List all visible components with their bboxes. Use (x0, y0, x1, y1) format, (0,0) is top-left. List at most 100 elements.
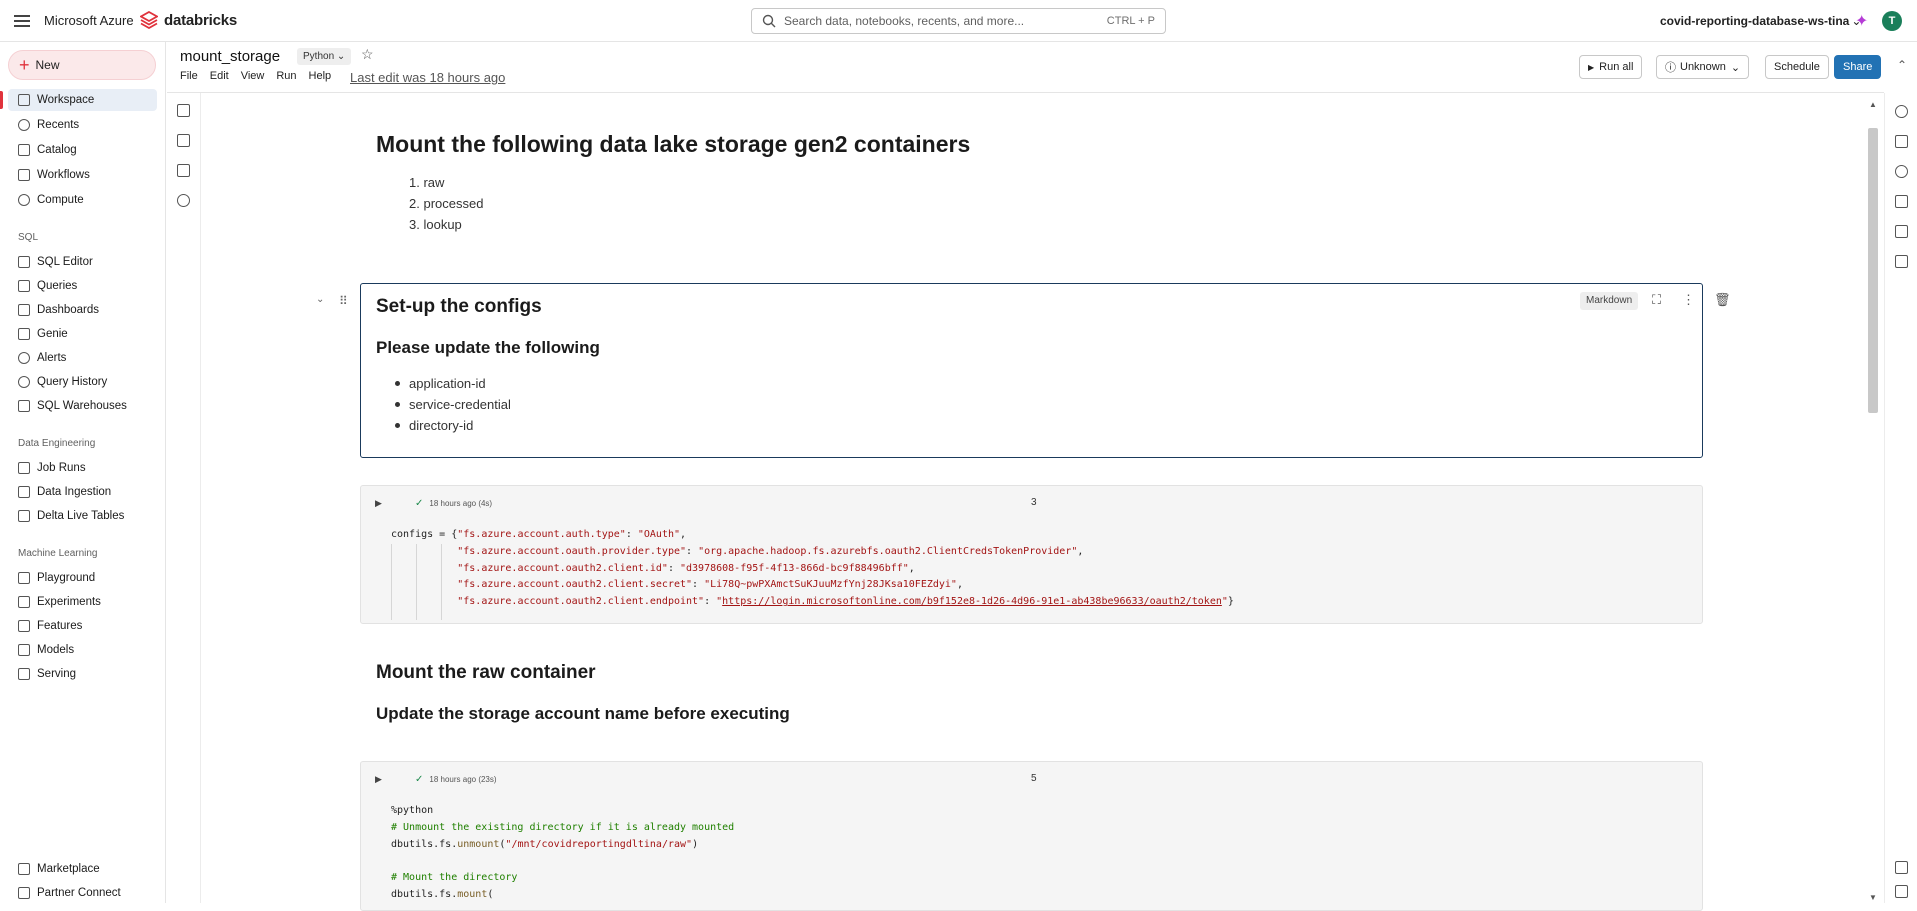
table-of-contents-icon[interactable] (177, 104, 190, 117)
sidebar-item-genie[interactable]: Genie (8, 323, 157, 345)
assistant-icon[interactable] (177, 194, 190, 207)
star-icon[interactable]: ☆ (361, 46, 374, 63)
sidebar-item-marketplace[interactable]: Marketplace (8, 858, 157, 880)
code-editor[interactable]: configs = {"fs.azure.account.auth.type":… (391, 527, 1234, 611)
sidebar: + New Workspace Recents Catalog Workflows… (0, 42, 166, 903)
sidebar-item-dashboards[interactable]: Dashboards (8, 299, 157, 321)
assistant-sparkle-icon[interactable]: ✦ (1855, 11, 1868, 31)
collapse-cell-icon[interactable]: ⌄ (316, 294, 324, 305)
sidebar-item-partner-connect[interactable]: Partner Connect (8, 882, 157, 904)
sidebar-item-catalog[interactable]: Catalog (8, 139, 157, 161)
scroll-up-icon[interactable]: ▲ (1869, 100, 1877, 109)
collapse-header-icon[interactable]: ⌃ (1897, 58, 1907, 72)
variables-icon[interactable] (1895, 195, 1908, 208)
sidebar-item-query-history[interactable]: Query History (8, 371, 157, 393)
sidebar-item-label: Compute (37, 194, 84, 206)
library-icon[interactable] (1895, 255, 1908, 268)
sidebar-item-label: SQL Warehouses (37, 400, 127, 412)
workspace-switcher[interactable]: covid-reporting-database-ws-tina ⌄ (1660, 14, 1861, 28)
compute-selector[interactable]: ⓘ Unknown ⌄ (1656, 55, 1750, 79)
code-editor[interactable]: %python # Unmount the existing directory… (391, 803, 734, 904)
fullscreen-icon[interactable]: ⛶ (1652, 292, 1661, 308)
databricks-logo[interactable]: databricks (140, 11, 237, 29)
code-link[interactable]: https://login.microsoftonline.com/b9f152… (722, 596, 1222, 607)
list-item-text: raw (423, 175, 445, 190)
sidebar-item-queries[interactable]: Queries (8, 275, 157, 297)
sidebar-item-recents[interactable]: Recents (8, 114, 157, 136)
sidebar-item-delta-live-tables[interactable]: Delta Live Tables (8, 505, 157, 527)
comment-icon[interactable] (1895, 105, 1908, 118)
run-cell-icon[interactable]: ▶ (375, 498, 382, 509)
schedule-button[interactable]: Schedule (1765, 55, 1829, 79)
code-string: "fs.azure.account.oauth.provider.type" (457, 545, 687, 557)
folder-icon[interactable] (177, 134, 190, 147)
check-icon: ✓ (415, 774, 424, 785)
menu-view[interactable]: View (241, 70, 265, 82)
run-cell-icon[interactable]: ▶ (375, 774, 382, 785)
last-edit-link[interactable]: Last edit was 18 hours ago (350, 70, 505, 85)
code-token: dbutils.fs. (391, 838, 458, 850)
code-token: , (1077, 545, 1084, 557)
cell-language-badge[interactable]: Markdown (1580, 292, 1639, 310)
chevron-down-icon: ⌄ (1730, 61, 1741, 74)
trash-icon[interactable]: 🗑 (1714, 292, 1731, 308)
sidebar-item-job-runs[interactable]: Job Runs (8, 457, 157, 479)
avatar[interactable]: T (1882, 11, 1902, 31)
history-icon[interactable] (1895, 165, 1908, 178)
code-cell-configs[interactable]: ▶ ✓ 18 hours ago (4s) 3 configs = {"fs.az… (360, 485, 1703, 624)
cell-number: 5 (1031, 773, 1037, 784)
menu-icon[interactable] (14, 12, 30, 28)
code-string: "Li78Q~pwPXAmctSuKJuuMzfYnj28JKsa10FEZdy… (704, 579, 957, 591)
menu-file[interactable]: File (180, 70, 198, 82)
experiment-icon[interactable] (1895, 135, 1908, 148)
scroll-down-icon[interactable]: ▼ (1869, 893, 1877, 902)
language-selector[interactable]: Python ⌄ (297, 48, 352, 65)
sidebar-item-experiments[interactable]: Experiments (8, 591, 157, 613)
code-cell-mount-raw[interactable]: ▶ ✓ 18 hours ago (23s) 5 %python # Unmoun… (360, 761, 1703, 911)
sidebar-item-alerts[interactable]: Alerts (8, 347, 157, 369)
sidebar-item-workflows[interactable]: Workflows (8, 164, 157, 186)
sidebar-section-data-engineering: Data Engineering (18, 438, 96, 449)
menu-run[interactable]: Run (276, 70, 296, 82)
sidebar-item-models[interactable]: Models (8, 639, 157, 661)
code-string: "OAuth" (637, 529, 681, 540)
list-item-text: application-id (409, 376, 486, 391)
sidebar-item-label: SQL Editor (37, 256, 93, 268)
raw-heading: Mount the raw container (376, 662, 596, 683)
selected-markdown-cell[interactable] (360, 283, 1703, 458)
menu-help[interactable]: Help (309, 70, 332, 82)
drag-handle-icon[interactable]: ⠿ (339, 294, 348, 308)
models-icon (18, 644, 30, 656)
sidebar-item-serving[interactable]: Serving (8, 663, 157, 685)
code-string: "fs.azure.account.auth.type" (457, 529, 626, 540)
sidebar-item-sql-warehouses[interactable]: SQL Warehouses (8, 395, 157, 417)
scroll-thumb[interactable] (1868, 128, 1878, 413)
scrollbar[interactable]: ▲ ▼ (1864, 98, 1882, 903)
terminal-icon[interactable] (1895, 885, 1908, 898)
share-button[interactable]: Share (1834, 55, 1882, 79)
sidebar-item-label: Features (37, 620, 83, 632)
search-input[interactable]: Search data, notebooks, recents, and mor… (751, 8, 1166, 34)
sidebar-item-sql-editor[interactable]: SQL Editor (8, 251, 157, 273)
marketplace-icon (18, 863, 30, 875)
sidebar-item-compute[interactable]: Compute (8, 189, 157, 211)
notebook-title[interactable]: mount_storage (180, 48, 280, 65)
databricks-logo-icon (140, 11, 158, 29)
libraries-icon[interactable] (1895, 225, 1908, 238)
catalog-icon[interactable] (177, 164, 190, 177)
new-button[interactable]: + New (8, 50, 156, 80)
sidebar-item-label: Marketplace (37, 863, 100, 875)
run-all-button[interactable]: ▶ Run all (1579, 55, 1643, 79)
list-item-text: service-credential (409, 397, 511, 412)
menu-edit[interactable]: Edit (210, 70, 229, 82)
kebab-menu-icon[interactable]: ⋮ (1682, 292, 1695, 308)
sidebar-item-data-ingestion[interactable]: Data Ingestion (8, 481, 157, 503)
sidebar-item-playground[interactable]: Playground (8, 567, 157, 589)
keyboard-shortcuts-icon[interactable] (1895, 861, 1908, 874)
sidebar-item-features[interactable]: Features (8, 615, 157, 637)
sidebar-item-label: Job Runs (37, 462, 86, 474)
sidebar-section-machine-learning: Machine Learning (18, 548, 98, 559)
microsoft-azure-link[interactable]: Microsoft Azure (44, 13, 134, 28)
sidebar-item-workspace[interactable]: Workspace (0, 89, 157, 111)
